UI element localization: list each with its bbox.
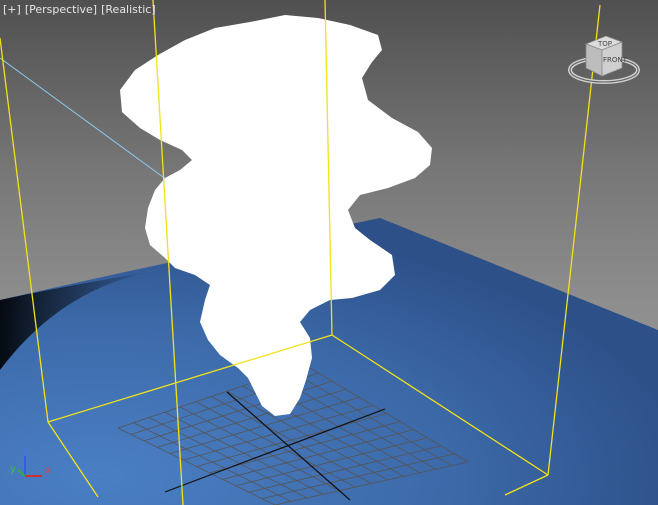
- viewport-general-menu[interactable]: [+]: [3, 3, 21, 16]
- scene-canvas[interactable]: TOP FRONT x z y: [0, 0, 658, 505]
- viewport-point-of-view-menu[interactable]: [Perspective]: [25, 3, 97, 16]
- axis-y-label: y: [10, 464, 16, 475]
- axis-z-label: z: [22, 447, 27, 458]
- viewcube-icon[interactable]: TOP FRONT: [568, 35, 640, 84]
- viewport-label-menu: [+] [Perspective] [Realistic]: [3, 3, 156, 16]
- viewcube-front-label: FRONT: [603, 56, 628, 64]
- viewport-shading-menu[interactable]: [Realistic]: [101, 3, 156, 16]
- viewcube-top-label: TOP: [597, 40, 612, 48]
- axis-x-label: x: [45, 465, 51, 476]
- perspective-viewport[interactable]: TOP FRONT x z y [+] [Perspective] [Reali…: [0, 0, 658, 505]
